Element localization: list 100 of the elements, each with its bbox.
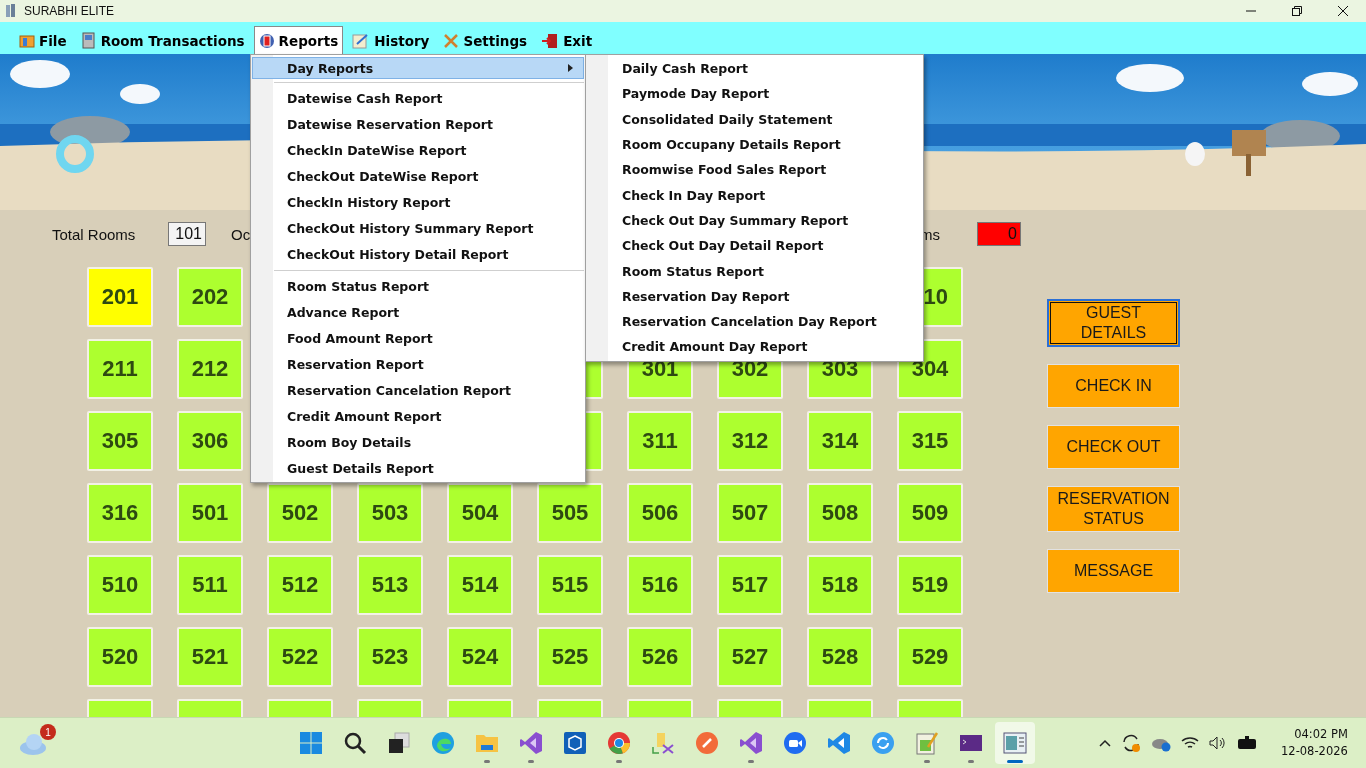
room-tile[interactable]: 212 [177, 339, 243, 399]
menu-entry[interactable]: CheckOut History Detail Report [252, 241, 584, 267]
wifi-icon[interactable] [1181, 736, 1199, 750]
room-tile[interactable]: 502 [267, 483, 333, 543]
menu-entry[interactable]: Consolidated Daily Statement [587, 106, 922, 132]
search-icon [343, 731, 367, 755]
menu-entry[interactable]: CheckOut History Summary Report [252, 215, 584, 241]
tools-icon [443, 32, 460, 49]
menu-entry[interactable]: Roomwise Food Sales Report [587, 157, 922, 183]
room-tile[interactable]: 305 [87, 411, 153, 471]
menu-entry[interactable]: Datewise Reservation Report [252, 111, 584, 137]
menu-entry[interactable]: Datewise Cash Report [252, 85, 584, 111]
menu-item[interactable]: Room Transactions [75, 26, 250, 54]
room-tile[interactable]: 504 [447, 483, 513, 543]
menu-item[interactable]: Settings [438, 26, 533, 54]
clock[interactable]: 04:02 PM 12-08-2026 [1281, 726, 1348, 760]
room-tile[interactable]: 517 [717, 555, 783, 615]
room-tile[interactable]: 507 [717, 483, 783, 543]
room-tile[interactable]: 505 [537, 483, 603, 543]
menu-item[interactable]: Exit [536, 26, 598, 54]
menu-entry[interactable]: Advance Report [252, 299, 584, 325]
room-tile[interactable]: 510 [87, 555, 153, 615]
edge-browser-icon [431, 731, 455, 755]
room-tile[interactable]: 522 [267, 627, 333, 687]
date-text: 12-08-2026 [1281, 743, 1348, 760]
folder-icon [19, 33, 35, 48]
exit-door-icon [541, 32, 560, 49]
room-tile[interactable]: 514 [447, 555, 513, 615]
room-tile[interactable]: 506 [627, 483, 693, 543]
menu-entry[interactable]: Paymode Day Report [587, 81, 922, 107]
room-tile[interactable]: 311 [627, 411, 693, 471]
video-camera-icon [783, 731, 807, 755]
menu-entry[interactable]: Daily Cash Report [587, 56, 922, 82]
menu-entry[interactable]: Room Boy Details [252, 429, 584, 455]
tools-icon [651, 731, 675, 755]
menu-entry[interactable]: Room Status Report [252, 273, 584, 299]
room-tile[interactable]: 503 [357, 483, 423, 543]
room-tile[interactable]: 513 [357, 555, 423, 615]
code-editor-icon [827, 731, 851, 755]
room-tile[interactable]: 525 [537, 627, 603, 687]
menu-entry[interactable]: CheckOut DateWise Report [252, 163, 584, 189]
action-button[interactable]: MESSAGE [1047, 549, 1180, 593]
close-icon[interactable] [1338, 6, 1348, 16]
room-tile[interactable]: 516 [627, 555, 693, 615]
room-tile[interactable]: 526 [627, 627, 693, 687]
room-tile[interactable]: 520 [87, 627, 153, 687]
room-tile[interactable]: 508 [807, 483, 873, 543]
room-tile[interactable]: 312 [717, 411, 783, 471]
room-tile[interactable]: 501 [177, 483, 243, 543]
menu-entry[interactable]: Check Out Day Detail Report [587, 233, 922, 259]
menu-entry[interactable]: Guest Details Report [252, 455, 584, 481]
room-tile[interactable]: 201 [87, 267, 153, 327]
menu-entry[interactable]: Check Out Day Summary Report [587, 207, 922, 234]
action-button[interactable]: CHECK OUT [1047, 425, 1180, 469]
room-tile[interactable]: 524 [447, 627, 513, 687]
menu-entry[interactable]: CheckIn History Report [252, 189, 584, 215]
menu-entry[interactable]: Reservation Cancelation Report [252, 377, 584, 403]
menu-entry[interactable]: Credit Amount Report [252, 403, 584, 429]
restore-icon[interactable] [1292, 6, 1302, 16]
action-button[interactable]: CHECK IN [1047, 364, 1180, 408]
action-button[interactable]: GUEST DETAILS [1047, 299, 1180, 347]
room-tile[interactable]: 518 [807, 555, 873, 615]
app-icon [6, 4, 16, 18]
chevron-up-icon[interactable] [1099, 739, 1111, 747]
menu-item[interactable]: File [14, 26, 72, 54]
room-tile[interactable]: 509 [897, 483, 963, 543]
room-tile[interactable]: 511 [177, 555, 243, 615]
room-tile[interactable]: 512 [267, 555, 333, 615]
room-tile[interactable]: 523 [357, 627, 423, 687]
menu-entry[interactable]: CheckIn DateWise Report [252, 137, 584, 163]
window-title: SURABHI ELITE [24, 4, 115, 18]
menu-entry[interactable]: Room Occupany Details Report [587, 131, 922, 158]
sync-icon[interactable] [1121, 733, 1141, 753]
battery-icon[interactable] [1237, 736, 1259, 750]
menu-entry[interactable]: Day Reports [252, 57, 584, 79]
room-tile[interactable]: 211 [87, 339, 153, 399]
room-tile[interactable]: 527 [717, 627, 783, 687]
room-tile[interactable]: 519 [897, 555, 963, 615]
speaker-icon[interactable] [1209, 736, 1227, 750]
room-tile[interactable]: 521 [177, 627, 243, 687]
submenu-arrow-icon [568, 64, 573, 72]
room-tile[interactable]: 314 [807, 411, 873, 471]
room-tile[interactable]: 528 [807, 627, 873, 687]
room-tile[interactable]: 202 [177, 267, 243, 327]
sync-icon [871, 731, 895, 755]
infinity-logo-icon [739, 731, 763, 755]
total-rooms-label: Total Rooms [52, 225, 137, 243]
room-tile[interactable]: 515 [537, 555, 603, 615]
menu-item[interactable]: Reports [253, 26, 344, 54]
chrome-browser-icon [607, 731, 631, 755]
computer-icon [80, 31, 97, 50]
menu-entry[interactable]: Food Amount Report [252, 325, 584, 351]
room-tile[interactable]: 315 [897, 411, 963, 471]
room-tile[interactable]: 316 [87, 483, 153, 543]
room-tile[interactable]: 529 [897, 627, 963, 687]
action-button[interactable]: RESERVATION STATUS [1047, 486, 1180, 532]
menu-item[interactable]: History [347, 26, 435, 54]
menu-entry[interactable]: Check In Day Report [587, 182, 922, 208]
menu-entry[interactable]: Reservation Report [252, 351, 584, 377]
room-tile[interactable]: 306 [177, 411, 243, 471]
